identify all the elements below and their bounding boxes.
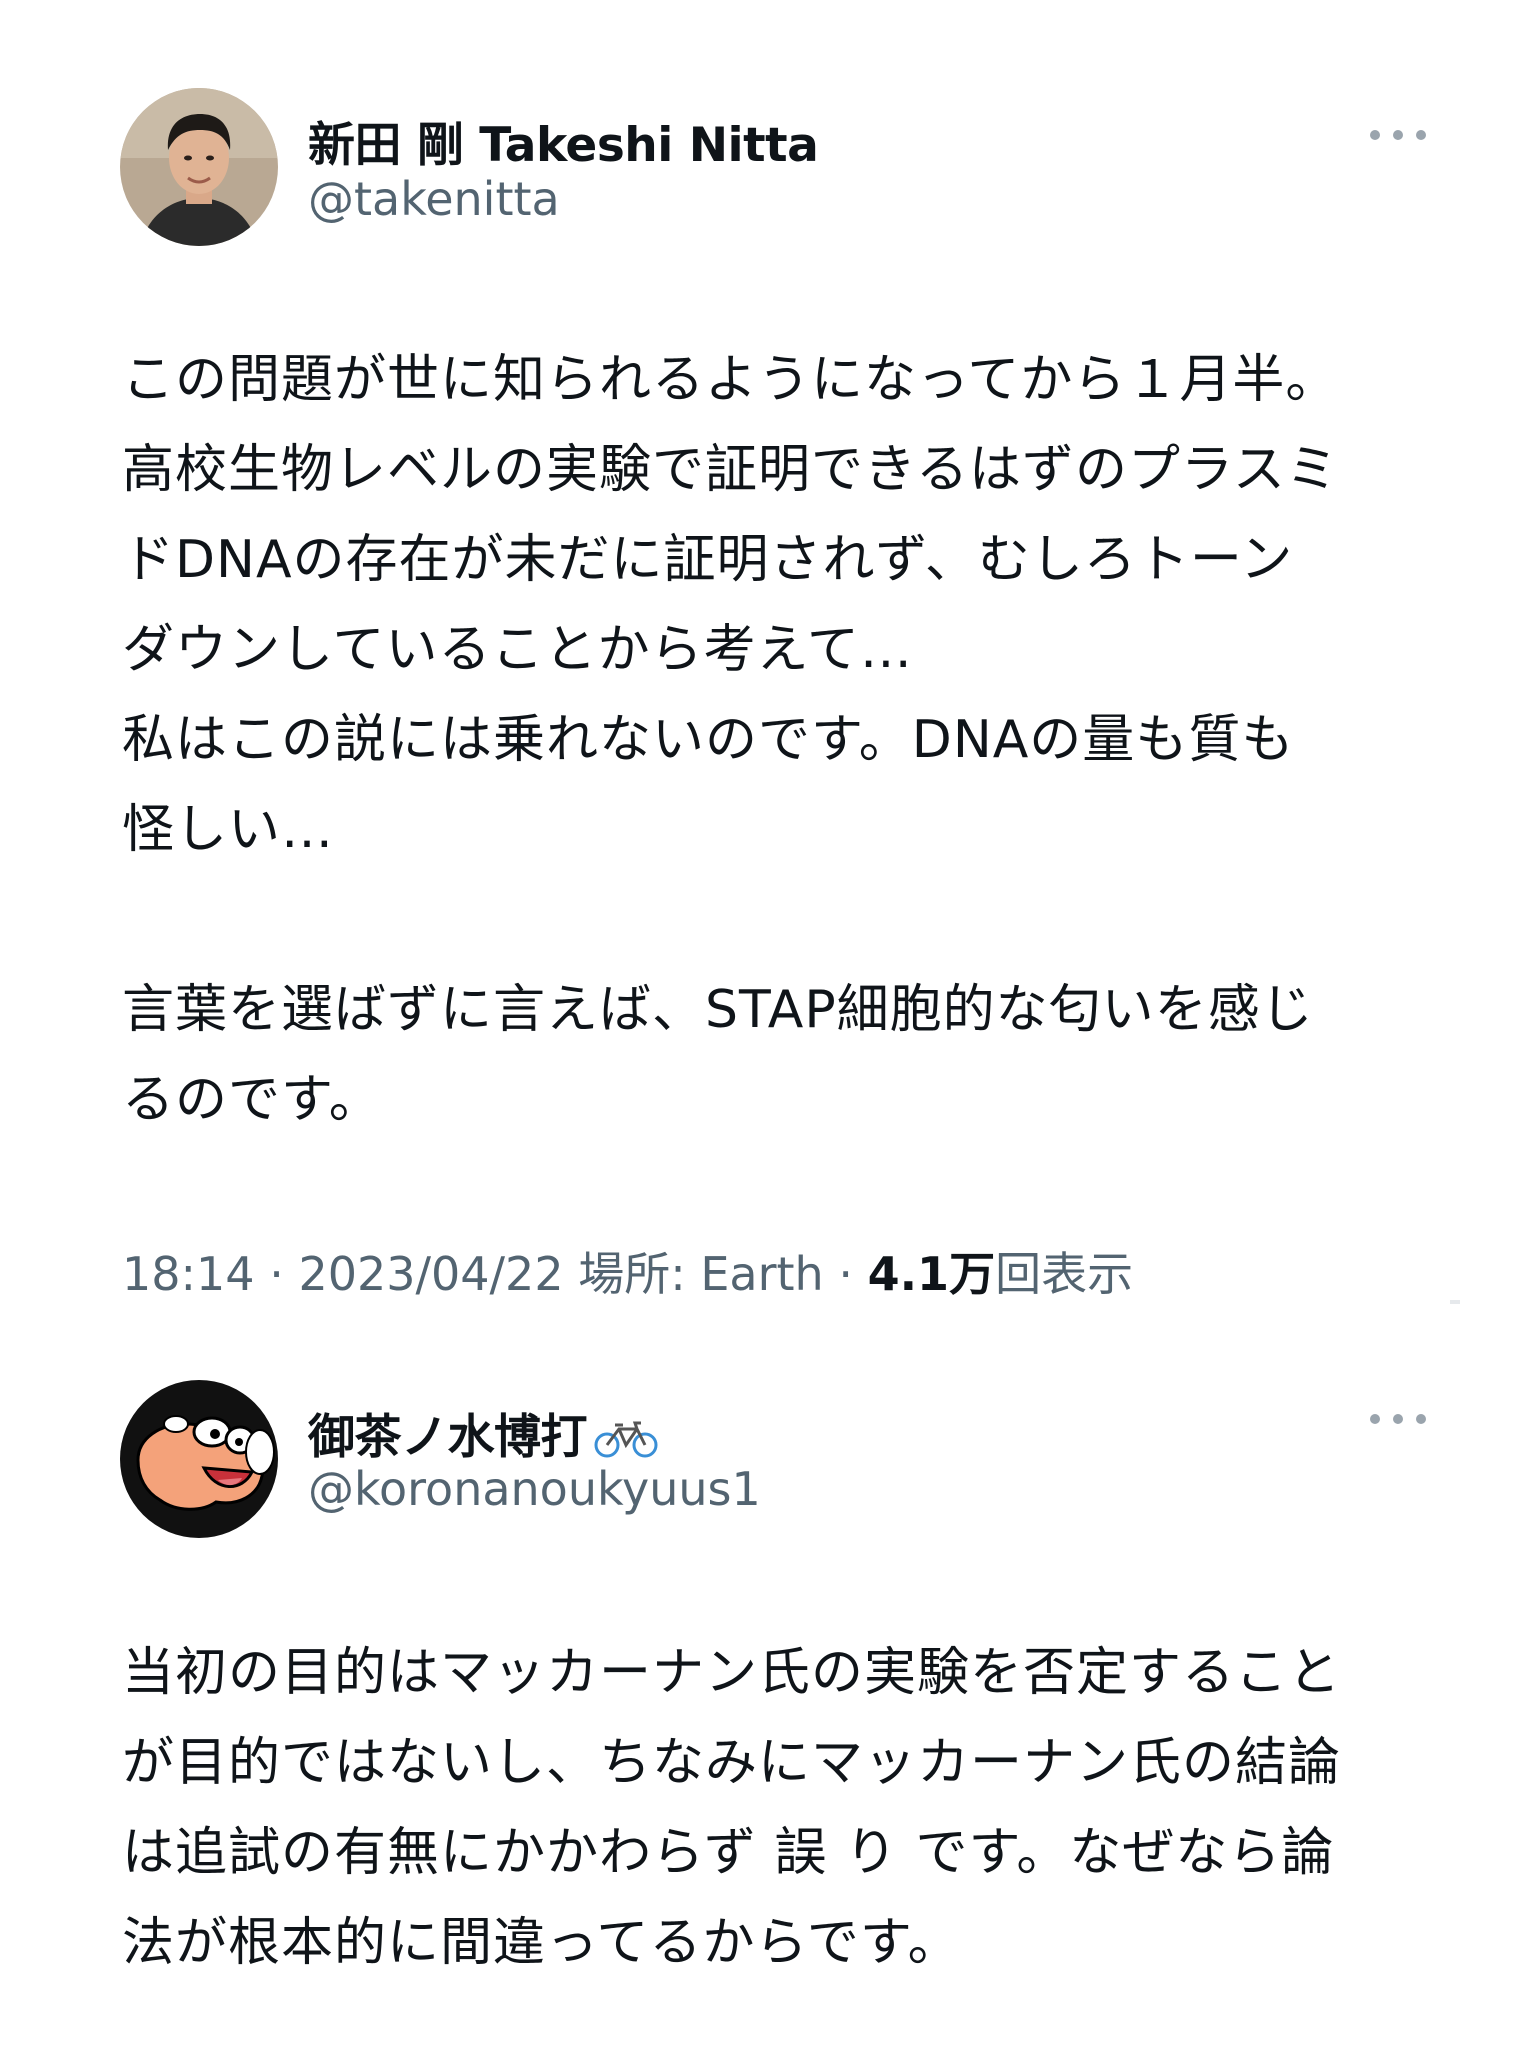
tweet-metadata: 18:14 · 2023/04/22 場所: Earth · 4.1万回表示 — [122, 1238, 1133, 1304]
more-options-icon[interactable] — [1370, 128, 1426, 142]
view-count: 4.1万 — [867, 1247, 996, 1301]
tweet-line: 言葉を選ばずに言えば、STAP細胞的な匂いを感じ — [122, 965, 1442, 1055]
more-dot — [1393, 1414, 1403, 1424]
tweet-line: るのです。 — [122, 1070, 382, 1130]
more-dot — [1370, 130, 1380, 140]
tweet-line: ドDNAの存在が未だに証明されず、むしろトーン — [122, 530, 1294, 590]
cartoon-face-avatar-icon — [120, 1380, 278, 1538]
tweet-line: が目的ではないし、ちなみにマッカーナン氏の結論 — [122, 1733, 1342, 1793]
divider — [1450, 1300, 1460, 1304]
author-handle[interactable]: @koronanoukyuus1 — [308, 1462, 761, 1516]
more-dot — [1416, 1414, 1426, 1424]
tweet-location: 場所: Earth — [578, 1247, 824, 1301]
tweet-text-segment: 言葉を選ばずに言えば、 — [122, 980, 706, 1040]
author-display-name[interactable]: 御茶ノ水博打 — [308, 1398, 659, 1471]
tweet-line: 高校生物レベルの実験で証明できるはずのプラスミ — [122, 440, 1339, 500]
tweet-text-segment: 法が — [122, 1913, 229, 1973]
tweet-text-segment: を感じ — [1154, 980, 1314, 1040]
tweet-text-segment: からです。 — [702, 1913, 961, 1973]
tweet-time[interactable]: 18:14 — [122, 1247, 255, 1301]
user-photo-avatar-icon — [120, 88, 278, 246]
profile-avatar[interactable] — [120, 88, 278, 246]
tweet-text: 当初の目的はマッカーナン氏の実験を否定すること が目的ではないし、ちなみにマッカ… — [122, 1628, 1442, 1988]
more-dot — [1370, 1414, 1380, 1424]
more-dot — [1393, 130, 1403, 140]
red-underlined-text: 根本的に間違ってる — [228, 1913, 703, 1979]
tweet-date[interactable]: 2023/04/22 — [298, 1247, 563, 1301]
tweet-line: ダウンしていることから考えて… — [122, 620, 913, 680]
view-count-label: 回表示 — [995, 1247, 1134, 1301]
author-name-text: 御茶ノ水博打 — [308, 1410, 588, 1465]
tweet-line: 私はこの説には乗れないのです。DNAの量も質も — [122, 710, 1295, 770]
tweet-line: 当初の目的はマッカーナン氏の実験を否定すること — [122, 1643, 1342, 1703]
tweet-line: は追試の有無にかかわらず 誤 り です。なぜなら論 — [122, 1823, 1335, 1883]
author-display-name[interactable]: 新田 剛 Takeshi Nitta — [308, 106, 819, 175]
author-handle[interactable]: @takenitta — [308, 172, 560, 226]
meta-separator: · — [269, 1247, 284, 1301]
red-underlined-text: STAP細胞的な匂い — [705, 980, 1155, 1046]
tweet-text: この問題が世に知られるようになってから１月半。 高校生物レベルの実験で証明できる… — [122, 335, 1442, 1145]
tweet-line: この問題が世に知られるようになってから１月半。 — [122, 350, 1339, 410]
tweet-line: 法が根本的に間違ってるからです。 — [122, 1898, 1442, 1988]
meta-separator: · — [838, 1247, 853, 1301]
more-options-icon[interactable] — [1370, 1412, 1426, 1426]
more-dot — [1416, 130, 1426, 140]
tweet-line: 怪しい… — [122, 800, 335, 860]
profile-avatar[interactable] — [120, 1380, 278, 1538]
